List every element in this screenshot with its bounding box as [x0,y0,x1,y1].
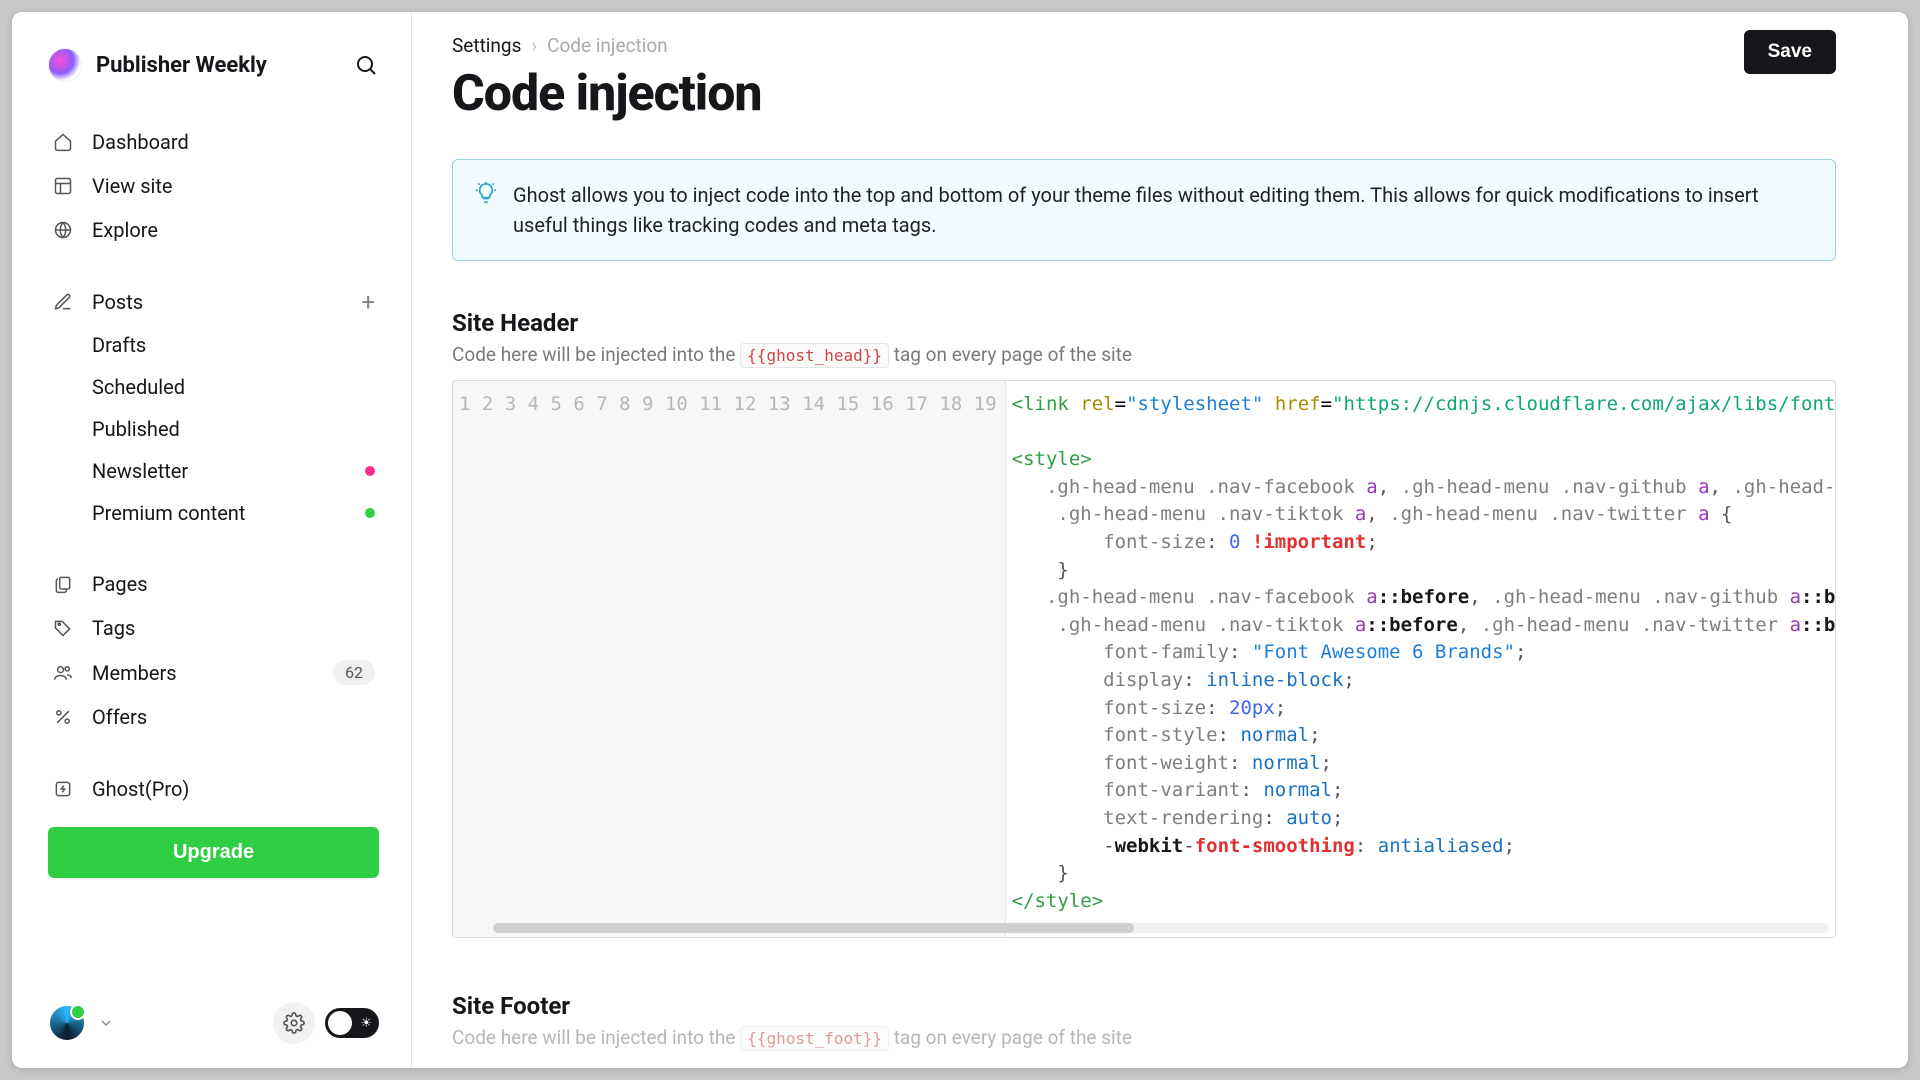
layout-icon [52,175,74,197]
nav-posts[interactable]: Posts + [48,280,379,324]
nav-label: Explore [92,218,158,242]
breadcrumb-settings[interactable]: Settings [452,34,521,57]
nav-explore[interactable]: Explore [48,208,379,252]
brand-logo [48,48,82,82]
section-title: Site Footer [452,992,1836,1020]
nav-scheduled[interactable]: Scheduled [48,366,379,408]
brand-row: Publisher Weekly [48,48,379,82]
nav-label: Pages [92,572,148,596]
chevron-right-icon: › [531,34,537,57]
edit-icon [52,291,74,313]
nav-published[interactable]: Published [48,408,379,450]
nav-newsletter[interactable]: Newsletter [48,450,379,492]
line-gutter: 1 2 3 4 5 6 7 8 9 10 11 12 13 14 15 16 1… [453,381,1006,937]
status-dot-icon [365,466,375,476]
breadcrumb: Settings › Code injection [452,34,1836,57]
status-dot-icon [365,508,375,518]
scrollbar-thumb[interactable] [493,923,1134,933]
section-title: Site Header [452,309,1836,337]
nav-label: Dashboard [92,130,189,154]
nav-label: Ghost(Pro) [92,777,189,801]
horizontal-scrollbar[interactable] [493,923,1829,933]
main-content: Settings › Code injection Save Code inje… [412,12,1908,1068]
section-desc: Code here will be injected into the {{gh… [452,343,1836,366]
members-count: 62 [333,660,375,685]
plus-icon[interactable]: + [361,290,375,314]
code-content[interactable]: <link rel="stylesheet" href="https://cdn… [1006,381,1835,937]
nav-dashboard[interactable]: Dashboard [48,120,379,164]
nav-label: Offers [92,705,147,729]
percent-icon [52,706,74,728]
nav-label: Members [92,661,177,685]
site-header-section: Site Header Code here will be injected i… [452,309,1836,938]
info-text: Ghost allows you to inject code into the… [513,180,1813,240]
nav-premium-content[interactable]: Premium content [48,492,379,534]
sidebar: Publisher Weekly Dashboard View site Exp… [12,12,412,1068]
nav-ghostpro[interactable]: Ghost(Pro) [48,767,379,811]
site-footer-section: Site Footer Code here will be injected i… [452,992,1836,1049]
gear-icon [283,1012,305,1034]
theme-toggle[interactable]: ☀ [325,1008,379,1038]
section-desc: Code here will be injected into the {{gh… [452,1026,1836,1049]
page-title: Code injection [452,65,1836,123]
save-button[interactable]: Save [1744,30,1836,74]
ghost-head-tag: {{ghost_head}} [740,343,889,368]
lightbulb-icon [475,182,497,240]
brand-name: Publisher Weekly [96,53,267,78]
code-editor-header[interactable]: 1 2 3 4 5 6 7 8 9 10 11 12 13 14 15 16 1… [452,380,1836,938]
settings-button[interactable] [273,1002,315,1044]
nav-members[interactable]: Members 62 [48,650,379,695]
ghost-foot-tag: {{ghost_foot}} [740,1026,889,1051]
upgrade-button[interactable]: Upgrade [48,827,379,878]
avatar[interactable] [48,1004,86,1042]
copy-icon [52,573,74,595]
nav-offers[interactable]: Offers [48,695,379,739]
info-callout: Ghost allows you to inject code into the… [452,159,1836,261]
nav-label: Posts [92,290,143,314]
tag-icon [52,617,74,639]
globe-icon [52,219,74,241]
nav-label: Tags [92,616,135,640]
nav-posts-group: Posts + Drafts Scheduled Published Newsl… [48,280,379,534]
users-icon [52,662,74,684]
nav-label: View site [92,174,173,198]
nav-drafts[interactable]: Drafts [48,324,379,366]
nav-tags[interactable]: Tags [48,606,379,650]
nav-view-site[interactable]: View site [48,164,379,208]
zap-icon [52,778,74,800]
nav-secondary: Pages Tags Members 62 Offers [48,562,379,739]
breadcrumb-current: Code injection [547,34,668,57]
sidebar-footer: ☀ [48,982,379,1044]
nav-primary: Dashboard View site Explore [48,120,379,252]
home-icon [52,131,74,153]
chevron-down-icon[interactable] [98,1015,114,1031]
nav-pages[interactable]: Pages [48,562,379,606]
search-icon[interactable] [353,52,379,78]
sun-icon: ☀ [360,1016,372,1031]
